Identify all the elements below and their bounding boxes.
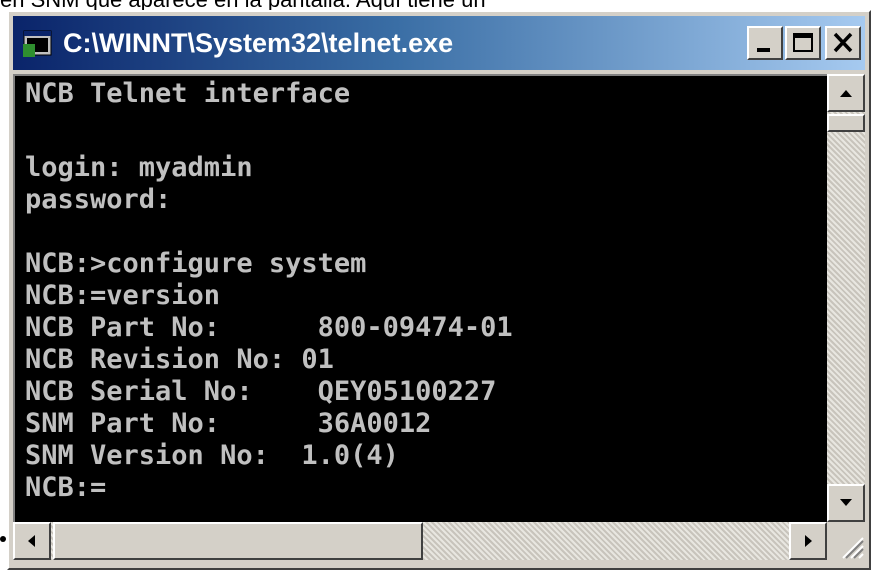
scroll-down-button[interactable]: [827, 484, 865, 522]
console-window-icon[interactable]: [23, 28, 53, 58]
resize-grip-icon: [842, 537, 864, 559]
document-period: [0, 536, 6, 542]
console-line: NCB:>configure system: [25, 248, 367, 279]
arrow-left-icon: [28, 535, 35, 547]
telnet-window: C:\WINNT\System32\telnet.exe NCB Telnet …: [7, 10, 871, 570]
arrow-right-icon: [805, 535, 812, 547]
arrow-down-icon: [840, 499, 852, 506]
console-output[interactable]: NCB Telnet interface login: myadmin pass…: [13, 74, 827, 522]
window-title: C:\WINNT\System32\telnet.exe: [63, 28, 454, 58]
maximize-icon: [793, 33, 813, 52]
horizontal-scrollbar[interactable]: [13, 522, 827, 560]
close-icon: [833, 32, 853, 53]
scroll-left-button[interactable]: [13, 522, 51, 560]
scroll-right-button[interactable]: [789, 522, 827, 560]
vertical-scroll-thumb[interactable]: [827, 114, 865, 132]
minimize-icon: [757, 48, 770, 52]
resize-grip[interactable]: [827, 522, 865, 560]
horizontal-scroll-thumb[interactable]: [53, 522, 423, 560]
maximize-button[interactable]: [785, 26, 821, 60]
console-line: login: myadmin: [25, 152, 253, 183]
vertical-scrollbar[interactable]: [827, 74, 865, 522]
console-line: NCB Serial No: QEY05100227: [25, 376, 497, 407]
console-line: password:: [25, 184, 172, 215]
close-button[interactable]: [825, 26, 861, 60]
console-line: NCB:=version: [25, 280, 221, 311]
minimize-button[interactable]: [747, 26, 783, 60]
scroll-up-button[interactable]: [827, 74, 865, 112]
console-line: SNM Version No: 1.0(4): [25, 440, 399, 471]
arrow-up-icon: [840, 90, 852, 97]
console-line: NCB Revision No: 01: [25, 344, 334, 375]
console-line: NCB:=: [25, 472, 107, 503]
console-line: NCB Part No: 800-09474-01: [25, 312, 513, 343]
client-area: NCB Telnet interface login: myadmin pass…: [13, 74, 865, 564]
console-line: NCB Telnet interface: [25, 78, 351, 109]
console-line: SNM Part No: 36A0012: [25, 408, 432, 439]
title-bar[interactable]: C:\WINNT\System32\telnet.exe: [13, 16, 865, 70]
